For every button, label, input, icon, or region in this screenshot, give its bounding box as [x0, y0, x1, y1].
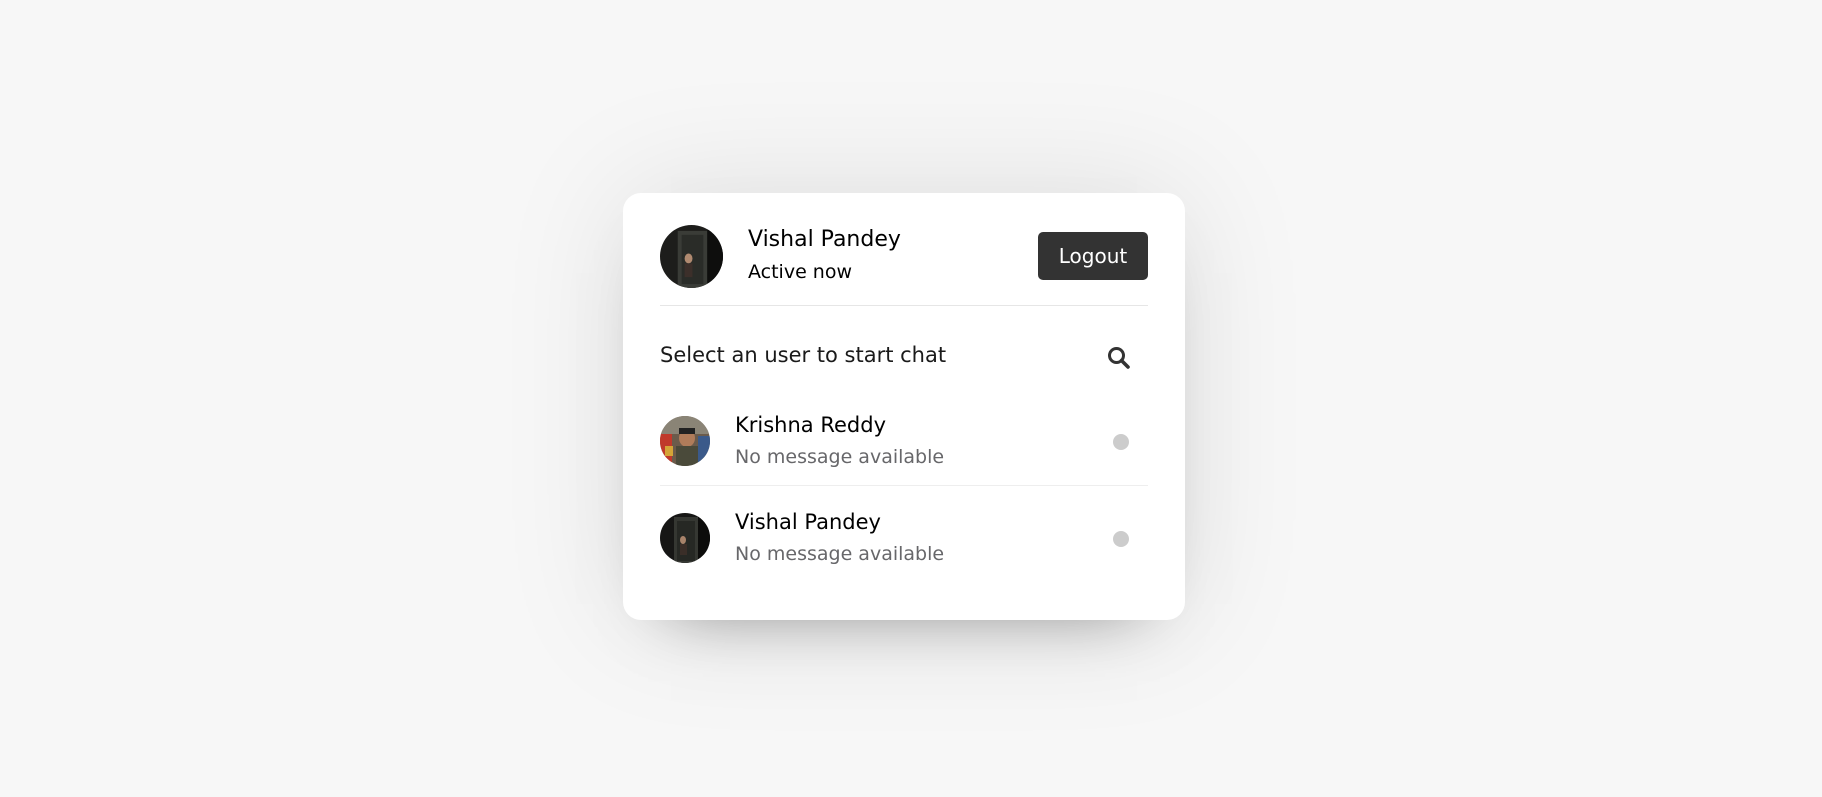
user-list-item-vishal-pandey[interactable]: Vishal Pandey No message available: [660, 504, 1148, 601]
logout-button[interactable]: Logout: [1038, 232, 1148, 280]
search-icon: [1108, 347, 1130, 369]
current-user-name: Vishal Pandey: [748, 227, 901, 252]
current-user-status: Active now: [748, 261, 853, 283]
user-last-message: No message available: [735, 446, 945, 468]
current-user-header: Vishal Pandey Active now Logout: [660, 225, 1148, 306]
user-photo-icon: [660, 416, 710, 466]
search-button[interactable]: [1106, 345, 1132, 371]
user-list-item-krishna-reddy[interactable]: Krishna Reddy No message available: [660, 407, 1148, 486]
user-avatar: [660, 513, 710, 563]
user-name: Krishna Reddy: [735, 413, 886, 437]
user-last-message: No message available: [735, 543, 945, 565]
user-list: Krishna Reddy No message available Visha…: [660, 407, 1148, 601]
status-dot-icon: [1113, 434, 1129, 450]
current-user-avatar: [660, 225, 723, 288]
user-name: Vishal Pandey: [735, 510, 881, 534]
chat-users-card: Vishal Pandey Active now Logout Select a…: [623, 193, 1185, 620]
search-prompt: Select an user to start chat: [660, 343, 947, 367]
search-bar: Select an user to start chat: [660, 343, 1148, 373]
user-photo-icon: [660, 225, 723, 288]
user-photo-icon: [660, 513, 710, 563]
status-dot-icon: [1113, 531, 1129, 547]
user-avatar: [660, 416, 710, 466]
